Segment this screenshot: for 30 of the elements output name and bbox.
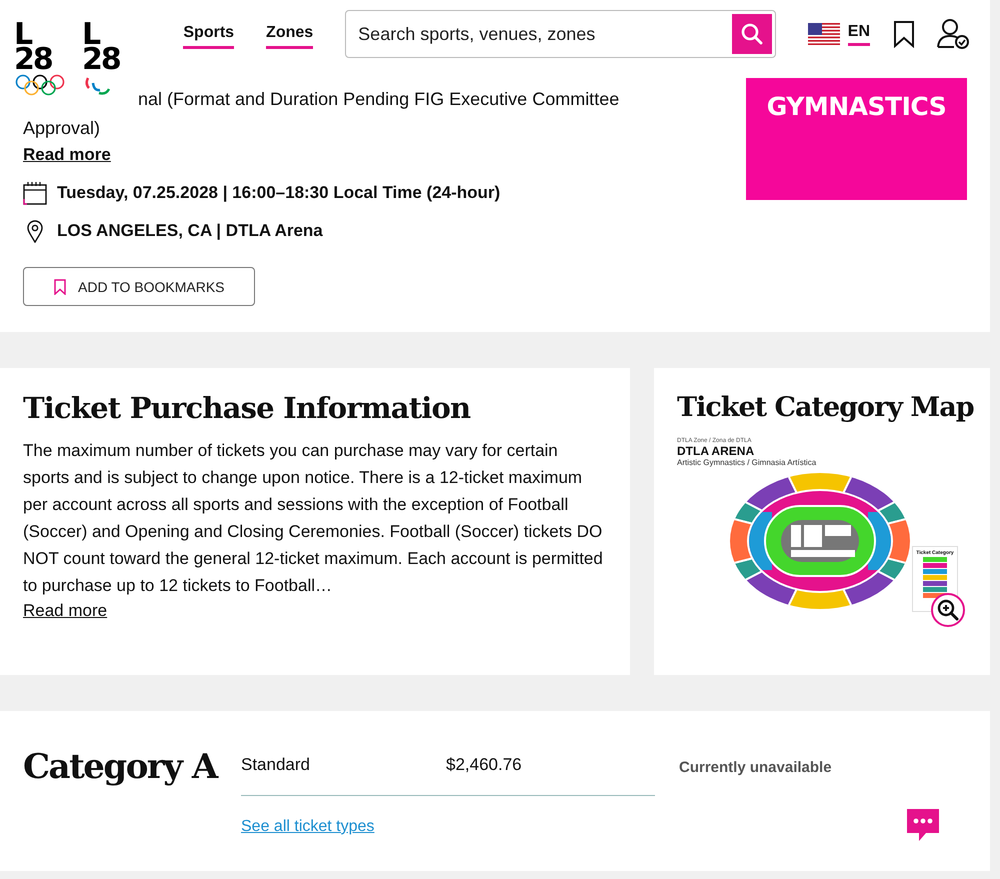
section-title: Ticket Purchase Information <box>23 390 472 427</box>
section-title: Ticket Category Map <box>677 391 975 425</box>
zoom-in-icon <box>937 599 959 621</box>
event-date: Tuesday, 07.25.2028 | 16:00–18:30 Local Time (24-hour) <box>57 183 500 203</box>
read-more-link[interactable]: Read more <box>23 601 108 621</box>
availability-status: Currently unavailable <box>679 759 832 776</box>
ticket-price: $2,460.76 <box>446 755 522 775</box>
bookmark-icon <box>54 278 66 294</box>
map-subtitle: Artistic Gymnastics / Gimnasia Artística <box>677 458 818 467</box>
search-icon <box>740 22 764 46</box>
see-all-ticket-types-link[interactable]: See all ticket types <box>241 818 374 836</box>
ticket-type: Standard <box>241 755 311 775</box>
map-venue-title: DTLA ARENA <box>677 444 756 458</box>
add-to-bookmarks-button[interactable]: ADD TO BOOKMARKS <box>23 267 255 306</box>
read-more-link[interactable]: Read more <box>23 145 111 165</box>
chat-icon[interactable] <box>904 807 942 843</box>
flag-icon <box>808 23 840 45</box>
nav-link[interactable]: Sports <box>183 24 234 49</box>
category-title: Category A <box>23 747 219 787</box>
poster-title: GYMNASTICS <box>766 94 946 123</box>
calendar-icon <box>23 181 47 205</box>
search-field[interactable]: Search sports, venues, zones <box>345 10 776 58</box>
event-location: LOS ANGELES, CA | DTLA Arena <box>57 221 323 241</box>
user-icon[interactable] <box>936 18 970 50</box>
search-button[interactable] <box>732 14 772 54</box>
bookmark-icon[interactable] <box>892 20 916 48</box>
language-link[interactable]: EN <box>848 22 870 46</box>
info-paragraph: The maximum number of tickets you can purchase may vary for certain sports and is subject to change upon notice. There is a 12-ticket maximum per account across all sports and sessions with the exception of Football (Soccer) and Opening and Closing Ceremonies. Football (Soccer) tickets DO NOT count toward the general 12-ticket maximum. Each account is permitted to purchase up to 12 tickets to Football… <box>23 440 604 597</box>
zoom-button[interactable] <box>931 593 965 627</box>
nav-link[interactable]: Zones <box>266 24 314 49</box>
